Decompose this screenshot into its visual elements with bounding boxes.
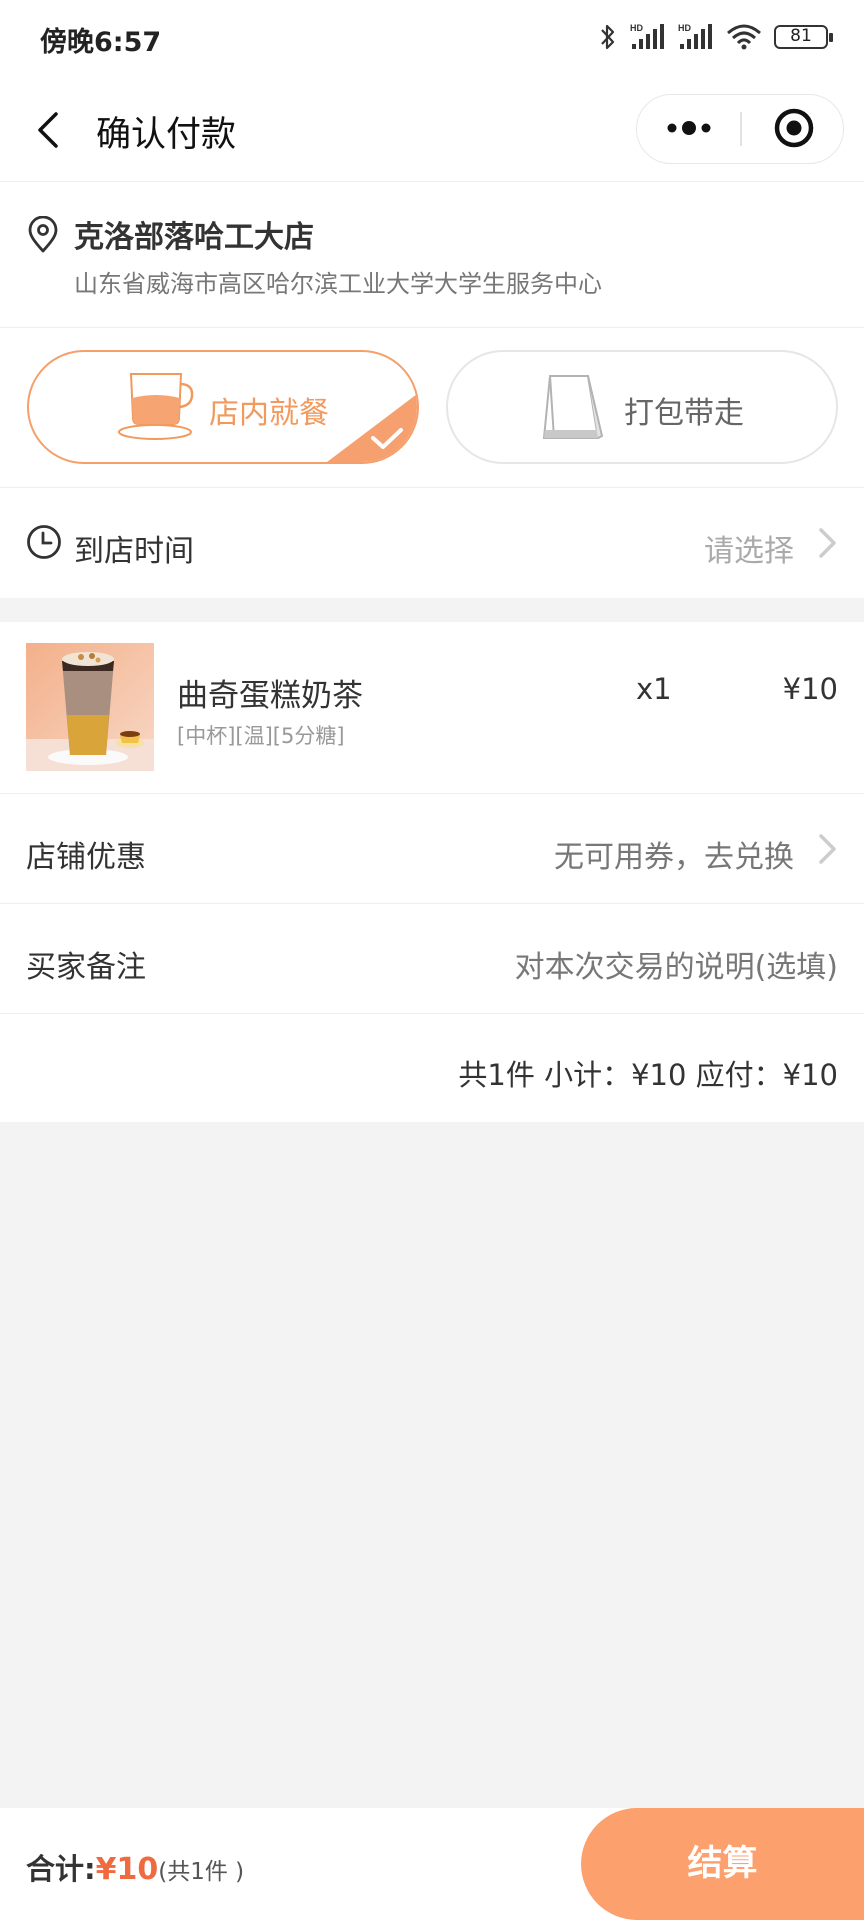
total-label: 合计: [26,1852,96,1886]
page-title: 确认付款 [96,115,237,155]
target-circle-icon [774,108,814,148]
note-input[interactable]: 对本次交易的说明(选填) [515,942,838,986]
product-name: 曲奇蛋糕奶茶 [177,678,363,714]
arrival-time-placeholder: 请选择 [704,534,794,569]
nav-bar: 确认付款 [0,78,864,182]
arrival-time-label: 到店时间 [74,534,194,569]
store-address: 山东省威海市高区哈尔滨工业大学大学生服务中心 [74,270,602,298]
product-image [26,643,154,771]
back-button[interactable] [26,102,76,158]
total-count: (共1件 ) [158,1859,245,1885]
more-dots-icon [667,121,711,135]
arrival-time-row[interactable]: 到店时间 请选择 [0,488,864,598]
selected-check-icon [327,394,417,462]
more-button[interactable] [637,95,740,162]
note-label: 买家备注 [26,950,146,985]
mini-program-capsule [636,94,844,164]
status-bar: 傍晚6:57 HD HD 81 [0,0,864,78]
dining-mode-selector: 店内就餐 打包带走 [0,328,864,488]
product-price: ¥10 [782,672,838,706]
tea-cup-icon [118,373,194,440]
checkout-bar: 合计:¥10(共1件 ) 结算 [0,1808,864,1920]
bluetooth-icon [601,24,615,50]
location-pin-icon [28,216,58,253]
svg-text:HD: HD [630,23,643,33]
close-mini-program-button[interactable] [742,95,842,162]
takeaway-label: 打包带走 [624,396,744,431]
coupon-value: 无可用券，去兑换 [554,840,794,875]
store-name: 克洛部落哈工大店 [74,220,314,255]
clock-icon [27,525,61,559]
checkout-button[interactable]: 结算 [581,1808,864,1920]
takeaway-option[interactable]: 打包带走 [446,350,838,464]
status-icons: HD HD 81 [598,22,833,52]
signal-hd-icon-2: HD [678,23,712,49]
svg-text:HD: HD [678,23,691,33]
total-area: 合计:¥10(共1件 ) [26,1846,244,1888]
store-info: 克洛部落哈工大店 山东省威海市高区哈尔滨工业大学大学生服务中心 [0,182,864,328]
buyer-note-row: 买家备注 对本次交易的说明(选填) [0,904,864,1014]
battery-icon: 81 [774,25,833,49]
signal-hd-icon: HD [630,23,664,49]
order-summary: 共1件 小计：¥10 应付：¥10 [0,1014,864,1122]
product-quantity: x1 [636,672,672,706]
order-item: 曲奇蛋糕奶茶 [中杯][温][5分糖] x1 ¥10 [0,622,864,794]
takeaway-bag-icon [542,375,604,439]
chevron-left-icon [38,112,58,148]
coupon-label: 店铺优惠 [26,840,146,875]
product-spec: [中杯][温][5分糖] [177,724,345,748]
status-time: 傍晚6:57 [40,27,162,58]
store-coupon-row[interactable]: 店铺优惠 无可用券，去兑换 [0,794,864,904]
summary-text: 共1件 小计：¥10 应付：¥10 [458,1058,838,1092]
wifi-icon [727,24,761,50]
total-amount: ¥10 [95,1852,159,1887]
dine-in-option[interactable]: 店内就餐 [27,350,419,464]
chevron-right-icon [819,834,836,864]
chevron-right-icon [819,528,836,558]
dine-in-label: 店内就餐 [209,396,329,431]
